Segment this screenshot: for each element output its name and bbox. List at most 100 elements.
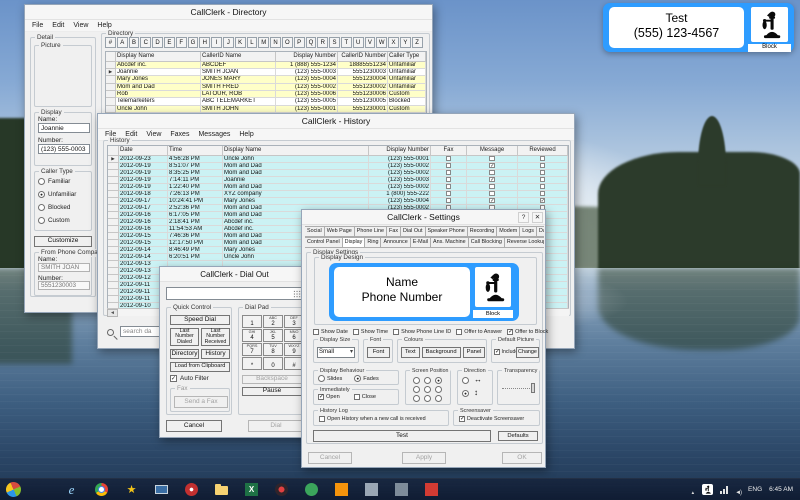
dial-button[interactable]: Dial <box>248 420 304 432</box>
settings-tab[interactable]: Speaker Phone <box>426 226 468 237</box>
caller-type-option[interactable]: Custom <box>38 217 76 224</box>
menu-item[interactable]: Help <box>97 22 111 29</box>
display-name-input[interactable] <box>38 123 90 133</box>
settings-tab[interactable]: Modem <box>497 226 520 237</box>
reviewed-checkbox[interactable] <box>540 163 546 169</box>
hidden-icons-caret-icon[interactable] <box>691 481 695 499</box>
directory-row[interactable]: Mom and Dad SMITH FRED (123) 555-0002 55… <box>106 84 426 91</box>
row-select-marker[interactable] <box>108 184 119 191</box>
app-dark-red-icon[interactable] <box>275 483 288 496</box>
directory-row[interactable]: Telemarketers ABC TELEMARKET (123) 555-0… <box>106 98 426 105</box>
option-checkbox[interactable] <box>313 329 319 335</box>
load-from-clipboard-button[interactable]: Load from Clipboard <box>170 362 230 372</box>
row-select-marker[interactable] <box>108 254 119 261</box>
radio-icon[interactable] <box>462 377 469 384</box>
screen-position-radio[interactable]: ● <box>435 377 442 384</box>
speed-dial-button[interactable]: Speed Dial <box>170 315 230 325</box>
history-row[interactable]: 2012-09-19 8:51:07 PM Mom and Dad (123) … <box>108 163 568 170</box>
app-green-icon[interactable] <box>305 483 318 496</box>
immediately-option[interactable]: ✓Open <box>318 394 340 400</box>
col-message[interactable]: Message <box>467 146 518 156</box>
screen-position-radio[interactable] <box>413 386 420 393</box>
directory-titlebar[interactable]: CallClerk - Directory <box>25 5 432 20</box>
favorites-star-icon[interactable] <box>125 483 138 496</box>
alphabet-key[interactable]: J <box>223 37 234 48</box>
dial-key[interactable]: JKL5 <box>263 329 283 342</box>
settings-tab[interactable]: Control Panel <box>305 237 343 248</box>
option-checkbox[interactable]: ✓ <box>507 329 513 335</box>
dialout-titlebar[interactable]: CallClerk - Dial Out <box>160 267 309 282</box>
display-option[interactable]: Show Phone Line ID <box>393 329 451 335</box>
alphabet-key[interactable]: A <box>117 37 128 48</box>
alphabet-key[interactable]: L <box>247 37 258 48</box>
col-display-name[interactable]: Display Name <box>223 146 369 156</box>
settings-tab[interactable]: Announce <box>381 237 410 248</box>
language-indicator[interactable]: ENG <box>748 486 762 493</box>
option-checkbox[interactable]: ✓ <box>318 394 324 400</box>
popup-block-button[interactable]: Block <box>748 44 791 52</box>
font-button[interactable]: Font <box>367 347 390 358</box>
test-button[interactable]: Test <box>313 430 491 442</box>
send-fax-button[interactable]: Send a Fax <box>174 396 228 408</box>
scroll-left-arrow-icon[interactable] <box>107 309 118 317</box>
row-select-marker[interactable] <box>108 275 119 282</box>
alphabet-key[interactable]: B <box>129 37 140 48</box>
display-option[interactable]: ✓Offer to Block <box>507 329 548 335</box>
behaviour-option[interactable]: Slides <box>318 375 342 382</box>
screen-position-radio[interactable] <box>424 395 431 402</box>
radio-icon[interactable] <box>38 204 45 211</box>
include-checkbox[interactable]: ✓ <box>494 349 500 355</box>
menu-item[interactable]: Edit <box>52 22 64 29</box>
option-checkbox[interactable] <box>354 394 360 400</box>
dial-key[interactable]: 1 <box>242 315 262 328</box>
fax-checkbox[interactable] <box>446 191 452 197</box>
row-select-marker[interactable] <box>108 289 119 296</box>
history-row[interactable]: 2012-09-19 8:35:25 PM Mom and Dad (123) … <box>108 170 568 177</box>
alphabet-key[interactable]: W <box>376 37 387 48</box>
help-button[interactable]: ? <box>518 212 529 223</box>
settings-tab[interactable]: Logs <box>520 226 537 237</box>
dial-key[interactable]: 0 <box>263 357 283 370</box>
colour-button[interactable]: Background <box>422 347 461 358</box>
fax-checkbox[interactable] <box>446 198 452 204</box>
menu-item[interactable]: View <box>146 131 161 138</box>
alphabet-key[interactable]: I <box>211 37 222 48</box>
colour-button[interactable]: Text <box>401 347 420 358</box>
settings-tab[interactable]: Display <box>343 237 366 248</box>
row-select-marker[interactable] <box>108 212 119 219</box>
app-orange-icon[interactable] <box>335 483 348 496</box>
option-checkbox[interactable] <box>456 329 462 335</box>
alphabet-key[interactable]: G <box>188 37 199 48</box>
alphabet-key[interactable]: S <box>329 37 340 48</box>
dial-key[interactable]: * <box>242 357 262 370</box>
settings-tab[interactable]: Reverse Lookup <box>505 237 544 248</box>
menu-item[interactable]: Faxes <box>170 131 189 138</box>
start-button[interactable] <box>4 480 24 500</box>
display-option[interactable]: Show Time <box>353 329 388 335</box>
history-row[interactable]: ▶ 2012-09-23 4:56:28 PM Uncle John (123)… <box>108 156 568 163</box>
row-select-marker[interactable] <box>106 98 116 105</box>
colour-button[interactable]: Panel <box>463 347 486 358</box>
row-select-marker[interactable] <box>108 219 119 226</box>
dial-key[interactable]: TUV8 <box>263 343 283 356</box>
menu-item[interactable]: Help <box>239 131 253 138</box>
row-select-marker[interactable] <box>108 282 119 289</box>
alphabet-key[interactable]: E <box>164 37 175 48</box>
backspace-button[interactable]: Backspace <box>242 375 302 384</box>
alphabet-key[interactable]: C <box>140 37 151 48</box>
deactivate-screensaver-checkbox[interactable]: ✓ <box>459 416 465 422</box>
settings-tab[interactable]: Database <box>537 226 544 237</box>
screen-position-radio[interactable] <box>435 386 442 393</box>
fax-checkbox[interactable] <box>446 156 452 162</box>
dialpad-icon[interactable] <box>293 290 301 298</box>
display-option[interactable]: Offer to Answer <box>456 329 502 335</box>
alphabet-key[interactable]: U <box>353 37 364 48</box>
alphabet-key[interactable]: Y <box>400 37 411 48</box>
change-button[interactable]: Change <box>516 347 539 358</box>
directory-row[interactable]: Rob LATOUR, ROB (123) 555-0006 555123000… <box>106 91 426 98</box>
col-time[interactable]: Time <box>168 146 223 156</box>
behaviour-option[interactable]: ●Fades <box>354 375 379 382</box>
excel-icon[interactable] <box>245 483 258 496</box>
callclerk-tray-icon[interactable] <box>702 484 713 495</box>
caller-type-option[interactable]: Familiar <box>38 178 76 185</box>
